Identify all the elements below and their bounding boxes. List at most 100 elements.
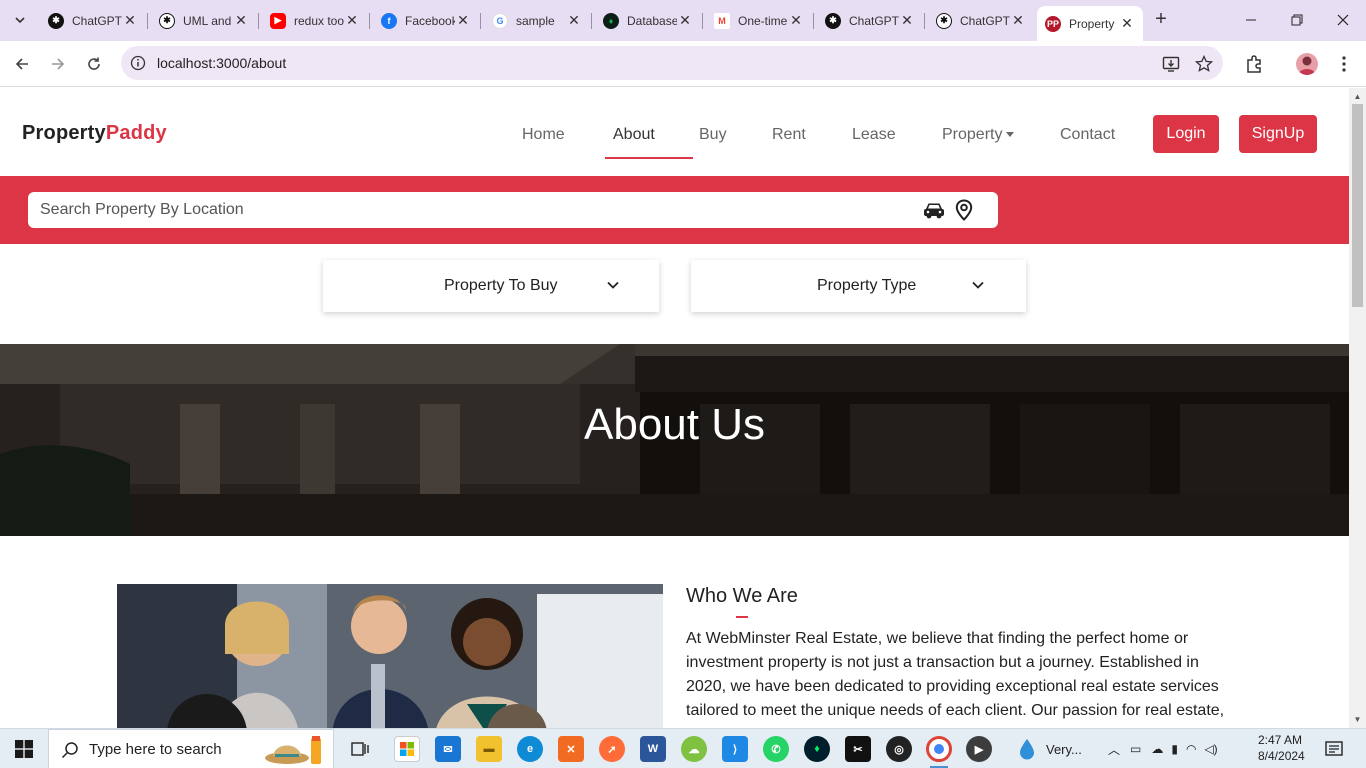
taskbar-clock[interactable]: 2:47 AM 8/4/2024 [1258,732,1305,764]
browser-tab[interactable]: f Facebook ✕ [373,6,479,35]
browser-tab-active[interactable]: PP Property ✕ [1037,6,1143,41]
postman-icon[interactable]: ➚ [599,736,625,762]
onedrive-icon[interactable]: ☁ [1151,742,1163,756]
close-icon[interactable]: ✕ [1010,12,1026,29]
site-info-icon[interactable] [130,55,146,71]
close-icon[interactable]: ✕ [566,12,582,29]
nav-link-about[interactable]: About [613,126,655,144]
close-icon[interactable]: ✕ [344,12,360,29]
restore-button[interactable] [1274,0,1320,40]
close-icon[interactable]: ✕ [122,12,138,29]
taskbar-search-box[interactable]: Type here to search [48,729,334,768]
taskbar-search-placeholder: Type here to search [89,741,222,758]
browser-tab[interactable]: ♦ Database ✕ [595,6,701,35]
minimize-icon [1246,19,1256,21]
browser-tab[interactable]: ✱ ChatGPT ✕ [817,6,923,35]
browser-tab[interactable]: G sample ✕ [484,6,590,35]
address-bar[interactable]: localhost:3000/about [121,46,1223,80]
location-pin-icon[interactable] [952,199,976,221]
meet-now-icon[interactable]: ▭ [1130,742,1141,756]
chevron-down-icon [15,17,25,24]
team-photo [117,584,663,728]
car-icon[interactable] [922,199,946,221]
page-title: About Us [584,400,765,449]
scroll-up-icon[interactable]: ▲ [1353,92,1362,101]
tab-title: One-time [738,13,788,28]
notifications-icon[interactable] [1324,739,1344,759]
nav-link-rent[interactable]: Rent [772,126,806,144]
close-icon[interactable]: ✕ [899,12,915,29]
browser-toolbar: localhost:3000/about [0,41,1366,87]
mongodb-compass-icon[interactable]: ♦ [804,736,830,762]
battery-icon[interactable]: ▮ [1171,742,1178,756]
browser-tabstrip: ✱ ChatGPT ✕ ✱ UML and ✕ ▶ redux toolkit … [0,0,1366,41]
section-heading: Who We Are [686,585,798,607]
browser-tab[interactable]: ✱ ChatGPT ✕ [40,6,146,35]
browser-tab[interactable]: ✱ UML and ✕ [151,6,257,35]
scroll-down-icon[interactable]: ▼ [1353,715,1362,724]
extensions-button[interactable] [1243,53,1265,75]
close-window-button[interactable] [1320,0,1366,40]
browser-tab[interactable]: ✱ ChatGPT ✕ [928,6,1034,35]
install-app-icon[interactable] [1162,55,1180,73]
brand-text: Property [22,122,106,144]
bookmark-star-icon[interactable] [1195,55,1213,73]
caret-down-icon [1006,132,1015,138]
close-icon [1337,14,1349,26]
close-icon[interactable]: ✕ [677,12,693,29]
reload-button[interactable] [80,50,108,78]
whatsapp-icon[interactable]: ✆ [763,736,789,762]
property-to-buy-select[interactable]: Property To Buy [323,260,659,312]
microsoft-store-icon[interactable] [394,736,420,762]
nav-link-lease[interactable]: Lease [852,126,896,144]
minimize-button[interactable] [1228,0,1274,40]
gmail-icon: M [714,12,730,29]
weather-widget[interactable]: Very... [1016,729,1082,768]
clock-date: 8/4/2024 [1258,749,1305,763]
property-type-select[interactable]: Property Type [691,260,1026,312]
close-icon[interactable]: ✕ [233,12,249,29]
nav-dropdown-property[interactable]: Property [942,126,1015,144]
edge-icon[interactable]: e [517,736,543,762]
scrollbar-thumb[interactable] [1352,104,1363,307]
signup-button[interactable]: SignUp [1239,115,1317,153]
wifi-icon[interactable]: ◠ [1186,742,1196,756]
nav-link-contact[interactable]: Contact [1060,126,1115,144]
propertypaddy-icon: PP [1045,15,1061,32]
page-scrollbar[interactable]: ▲ ▼ [1349,88,1366,728]
close-icon[interactable]: ✕ [788,12,804,29]
windows-start-icon[interactable] [14,739,34,759]
tab-title: ChatGPT [849,13,899,28]
xampp-icon[interactable]: ✕ [558,736,584,762]
chevron-down-icon [972,281,984,289]
close-icon[interactable]: ✕ [1119,15,1135,32]
obs-icon[interactable]: ◎ [886,736,912,762]
nav-link-home[interactable]: Home [522,126,565,144]
login-button[interactable]: Login [1153,115,1219,153]
url-text[interactable]: localhost:3000/about [157,55,286,71]
browser-tab[interactable]: M One-time ✕ [706,6,812,35]
browser-menu-button[interactable] [1333,53,1355,75]
volume-icon[interactable]: ◁) [1204,742,1217,756]
capcut-icon[interactable]: ✂ [845,736,871,762]
nav-link-buy[interactable]: Buy [699,126,727,144]
media-player-icon[interactable]: ▶ [966,736,992,762]
tab-search-button[interactable] [8,8,32,32]
vscode-icon[interactable]: ⟩ [722,736,748,762]
word-icon[interactable]: W [640,736,666,762]
page-viewport: PropertyPaddy Home About Buy Rent Lease … [0,88,1349,728]
new-tab-button[interactable]: + [1150,9,1172,31]
close-icon[interactable]: ✕ [455,12,471,29]
back-button[interactable] [8,50,36,78]
chevron-up-icon[interactable]: ︿ [1108,741,1120,758]
brand-logo[interactable]: PropertyPaddy [22,122,167,145]
file-explorer-icon[interactable]: ▬ [476,736,502,762]
task-view-icon[interactable] [350,739,370,759]
mail-icon[interactable]: ✉ [435,736,461,762]
browser-tab[interactable]: ▶ redux toolkit ✕ [262,6,368,35]
cloud-app-icon[interactable]: ☁ [681,736,707,762]
forward-button[interactable] [44,50,72,78]
location-search-input[interactable]: Search Property By Location [28,192,998,228]
profile-avatar[interactable] [1296,53,1318,75]
chrome-icon[interactable] [926,736,952,762]
